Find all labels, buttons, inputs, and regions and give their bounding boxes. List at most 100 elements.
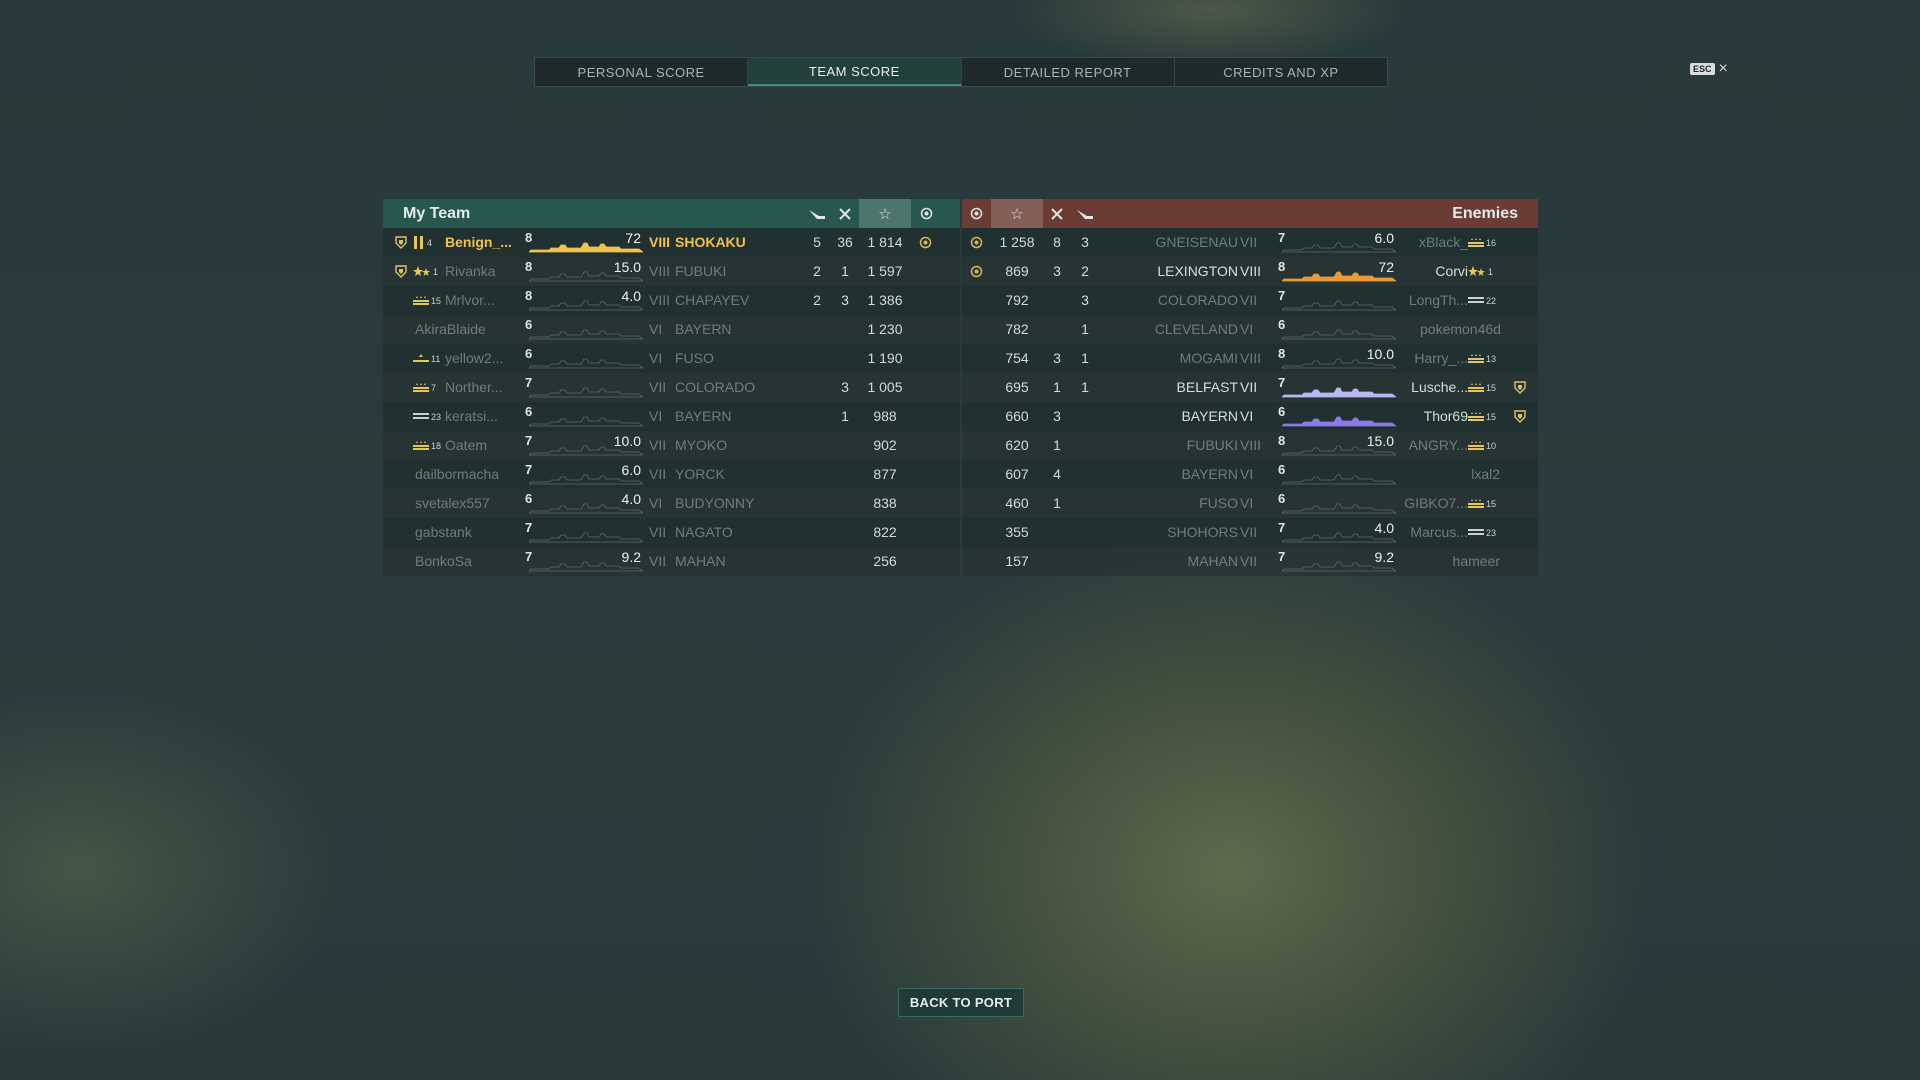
player-row[interactable]: 15 Mrlvor... 8 4.0 VIII CHAPAYEV 2 3 1 386 bbox=[383, 286, 960, 315]
score-value: 355 bbox=[1005, 524, 1029, 540]
planes-value bbox=[1043, 518, 1071, 547]
player-row[interactable]: 695 1 1 BELFAST VII 7 Lusche... 15 bbox=[962, 373, 1538, 402]
player-row[interactable]: 869 3 2 LEXINGTON VIII 8 72 Corvi 1 bbox=[962, 257, 1538, 286]
my-team-rows: 4 Benign_... 8 72 VIII SHOKAKU 5 36 1 814 1 Rivank… bbox=[383, 228, 960, 576]
division-badge-icon bbox=[395, 236, 407, 249]
rank-number: 15 bbox=[1486, 382, 1497, 393]
ships-destroyed-column-icon[interactable] bbox=[1043, 199, 1071, 228]
ship-stat-value: 6.0 bbox=[621, 462, 641, 478]
tier-number: 7 bbox=[525, 520, 533, 535]
score-column-star-icon[interactable]: ☆ bbox=[991, 199, 1043, 228]
player-row[interactable]: 11 yellow2... 6 VI FUSO 1 190 bbox=[383, 344, 960, 373]
close-button[interactable]: ESC × bbox=[1690, 61, 1728, 77]
rank-number: 23 bbox=[1486, 527, 1497, 538]
tier-number: 7 bbox=[525, 462, 533, 477]
player-name: GIBKO7... bbox=[1404, 495, 1468, 511]
rank-number: 1 bbox=[1488, 266, 1494, 277]
score-value: 792 bbox=[1005, 292, 1029, 308]
tier-number: 6 bbox=[1278, 462, 1286, 477]
player-row[interactable]: 460 1 FUSO VI 6 GIBKO7... 15 bbox=[962, 489, 1538, 518]
player-name: lxal2 bbox=[1471, 466, 1500, 482]
player-row[interactable]: BonkoSa 7 9.2 VII MAHAN 256 bbox=[383, 547, 960, 576]
rank-number: 7 bbox=[431, 382, 437, 393]
ship-stat-value: 4.0 bbox=[1374, 520, 1394, 536]
tab-credits-and-xp[interactable]: CREDITS AND XP bbox=[1175, 58, 1387, 86]
player-row[interactable]: 355 SHOHORS VII 7 4.0 Marcus... 23 bbox=[962, 518, 1538, 547]
kills-value bbox=[803, 315, 831, 344]
player-row[interactable]: svetalex557 6 4.0 VI BUDYONNY 838 bbox=[383, 489, 960, 518]
rank-insignia-icon: 10 bbox=[1468, 431, 1496, 460]
achievement-column-icon[interactable] bbox=[962, 199, 991, 228]
score-value: 620 bbox=[1005, 437, 1029, 453]
tier-number: 8 bbox=[1278, 346, 1286, 361]
ship-tier-roman: VI bbox=[1240, 466, 1254, 482]
tier-number: 8 bbox=[1278, 259, 1286, 274]
player-row[interactable]: 1 Rivanka 8 15.0 VIII FUBUKI 2 1 1 597 bbox=[383, 257, 960, 286]
player-row[interactable]: 7 Norther... 7 VII COLORADO 3 1 005 bbox=[383, 373, 960, 402]
player-row[interactable]: 660 3 BAYERN VI 6 Thor69 15 bbox=[962, 402, 1538, 431]
player-row[interactable]: 782 1 CLEVELAND VI 6 pokemon46d bbox=[962, 315, 1538, 344]
tab-detailed-report[interactable]: DETAILED REPORT bbox=[962, 58, 1175, 86]
ship-name: MAHAN bbox=[1187, 553, 1238, 569]
planes-destroyed-column-icon[interactable] bbox=[1071, 199, 1099, 228]
player-row[interactable]: 157 MAHAN VII 7 9.2 hameer bbox=[962, 547, 1538, 576]
ship-name: BAYERN bbox=[675, 321, 732, 337]
rank-insignia-icon: 7 bbox=[413, 373, 436, 402]
ship-name: CHAPAYEV bbox=[675, 292, 750, 308]
player-name: Benign_... bbox=[445, 234, 512, 250]
player-row[interactable]: gabstank 7 VII NAGATO 822 bbox=[383, 518, 960, 547]
ship-tier-silhouette: 6 bbox=[1276, 404, 1396, 429]
player-row[interactable]: 607 4 BAYERN VI 6 lxal2 bbox=[962, 460, 1538, 489]
tier-number: 7 bbox=[525, 433, 533, 448]
player-name: gabstank bbox=[415, 524, 472, 540]
player-row[interactable]: AkiraBlaide 6 VI BAYERN 1 230 bbox=[383, 315, 960, 344]
ship-stat-value: 6.0 bbox=[1374, 230, 1394, 246]
score-value: 1 005 bbox=[867, 379, 903, 395]
ship-tier-silhouette: 8 15.0 bbox=[1276, 433, 1396, 458]
player-row[interactable]: 4 Benign_... 8 72 VIII SHOKAKU 5 36 1 814 bbox=[383, 228, 960, 257]
kills-value bbox=[803, 402, 831, 431]
achievement-medal-icon bbox=[970, 265, 983, 278]
ship-tier-silhouette: 6 bbox=[1276, 491, 1396, 516]
score-value: 1 597 bbox=[867, 263, 903, 279]
ship-tier-silhouette: 6 bbox=[1276, 462, 1396, 487]
kills-value: 2 bbox=[813, 292, 821, 308]
back-to-port-button[interactable]: BACK TO PORT bbox=[898, 988, 1024, 1017]
ship-name: FUBUKI bbox=[1186, 437, 1238, 453]
ships-destroyed-column-icon[interactable] bbox=[831, 199, 859, 228]
kills-value bbox=[1071, 518, 1099, 547]
ship-tier-roman: VIII bbox=[649, 234, 671, 250]
enemies-header: ☆ Enemies bbox=[962, 199, 1538, 228]
player-row[interactable]: 792 3 COLORADO VII 7 LongTh... 22 bbox=[962, 286, 1538, 315]
player-row[interactable]: 620 1 FUBUKI VIII 8 15.0 ANGRY... 10 bbox=[962, 431, 1538, 460]
tab-personal-score[interactable]: PERSONAL SCORE bbox=[535, 58, 749, 86]
player-row[interactable]: 23 keratsi... 6 VI BAYERN 1 988 bbox=[383, 402, 960, 431]
ship-tier-silhouette: 7 4.0 bbox=[1276, 520, 1396, 545]
kills-value: 5 bbox=[813, 234, 821, 250]
planes-value: 8 bbox=[1053, 234, 1061, 250]
ship-name: BAYERN bbox=[675, 408, 732, 424]
planes-value bbox=[831, 431, 859, 460]
achievement-medal-icon bbox=[919, 236, 932, 249]
esc-key-label: ESC bbox=[1690, 63, 1715, 75]
player-row[interactable]: dailbormacha 7 6.0 VII YORCK 877 bbox=[383, 460, 960, 489]
player-row[interactable]: 754 3 1 MOGAMI VIII 8 10.0 Harry_... 13 bbox=[962, 344, 1538, 373]
ship-stat-value: 10.0 bbox=[1366, 346, 1394, 362]
score-column-star-icon[interactable]: ☆ bbox=[859, 199, 911, 228]
rank-insignia-icon: 23 bbox=[413, 402, 441, 431]
rank-number: 1 bbox=[433, 266, 439, 277]
planes-destroyed-column-icon[interactable] bbox=[803, 199, 831, 228]
player-row[interactable]: 1 258 8 3 GNEISENAU VII 7 6.0 xBlack_ 16 bbox=[962, 228, 1538, 257]
player-row[interactable]: 18 Oatem 7 10.0 VII MYOKO 902 bbox=[383, 431, 960, 460]
tab-team-score[interactable]: TEAM SCORE bbox=[748, 58, 962, 86]
planes-value: 36 bbox=[837, 234, 853, 250]
planes-value: 3 bbox=[841, 379, 849, 395]
achievement-column-icon[interactable] bbox=[911, 199, 941, 228]
player-name: BonkoSa bbox=[415, 553, 472, 569]
ship-tier-roman: VIII bbox=[649, 292, 671, 308]
player-name: hameer bbox=[1452, 553, 1500, 569]
player-name: Oatem bbox=[445, 437, 488, 453]
tier-number: 7 bbox=[1278, 230, 1286, 245]
ship-tier-silhouette: 6 bbox=[523, 404, 643, 429]
planes-value bbox=[831, 518, 859, 547]
